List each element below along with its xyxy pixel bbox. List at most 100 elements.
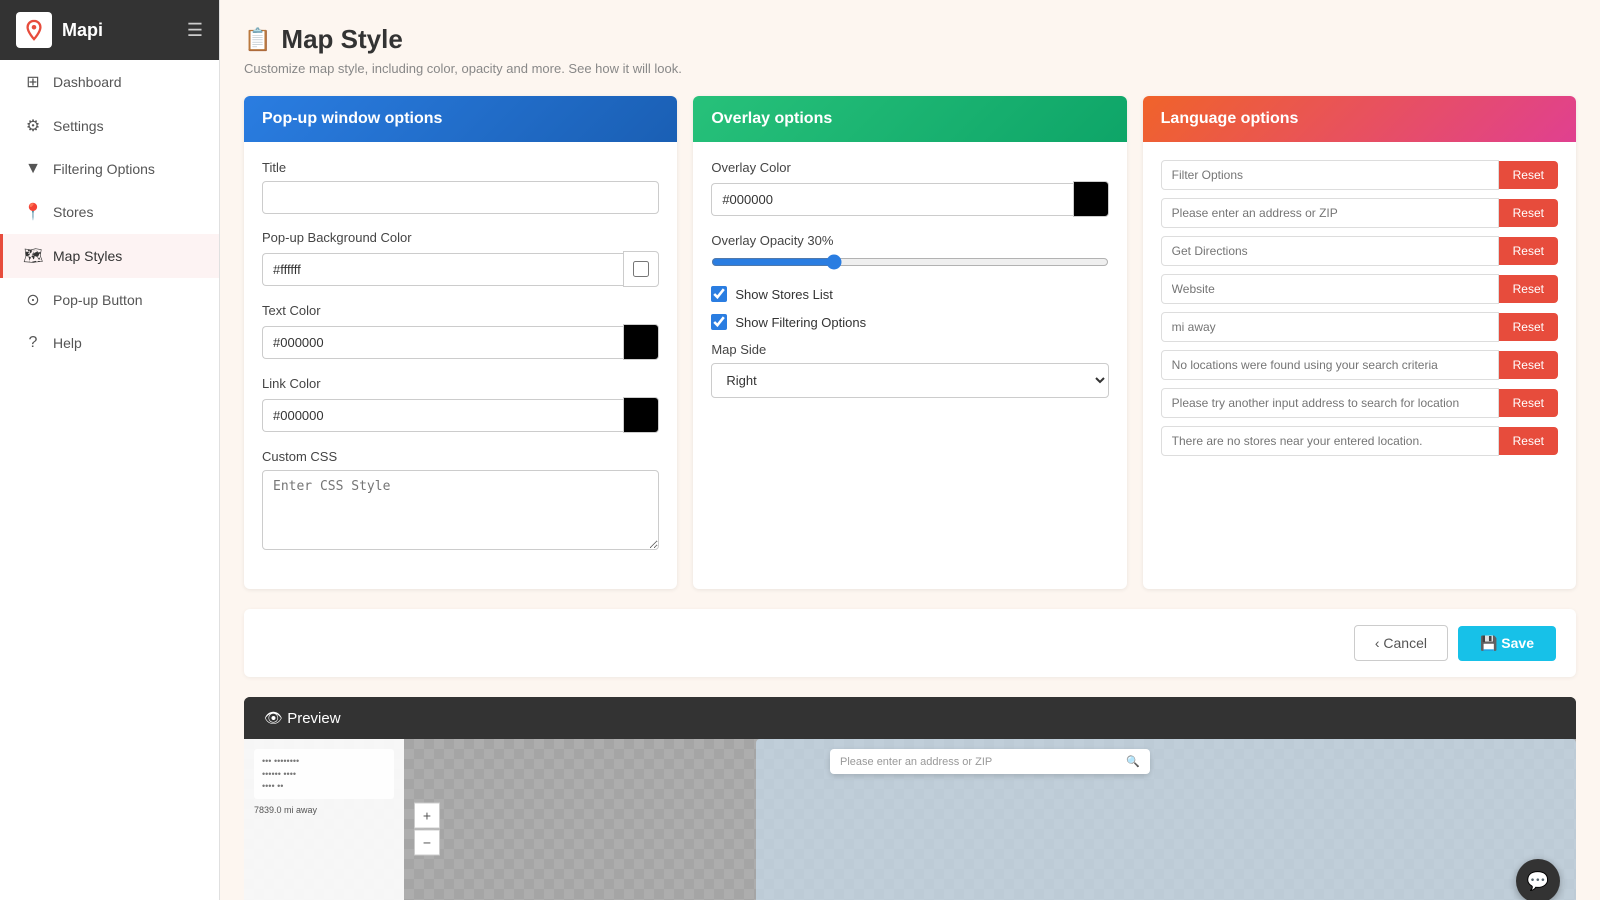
search-icon: 🔍 xyxy=(1126,755,1140,768)
link-color-swatch[interactable] xyxy=(623,397,659,433)
preview-map-overlay: ••• •••••••••••••• •••••••• •• 7839.0 mi… xyxy=(244,739,1576,900)
sidebar-item-help[interactable]: ? Help xyxy=(0,322,219,364)
preview-section: 👁 Preview ••• •••••••••••••• •••••••• ••… xyxy=(244,697,1576,900)
preview-left-panel: ••• •••••••••••••• •••••••• •• 7839.0 mi… xyxy=(244,739,404,900)
lang-row-website: Reset xyxy=(1161,274,1558,304)
lang-row-filter-options: Reset xyxy=(1161,160,1558,190)
overlay-color-label: Overlay Color xyxy=(711,160,1108,175)
reset-btn-no-stores-near[interactable]: Reset xyxy=(1499,427,1558,455)
map-side-select[interactable]: Left Right xyxy=(711,363,1108,398)
sidebar-label-dashboard: Dashboard xyxy=(53,74,122,90)
reset-btn-get-directions[interactable]: Reset xyxy=(1499,237,1558,265)
sidebar-item-filtering-options[interactable]: ▼ Filtering Options xyxy=(0,148,219,190)
custom-css-textarea[interactable] xyxy=(262,470,659,550)
reset-btn-website[interactable]: Reset xyxy=(1499,275,1558,303)
page-title: Map Style xyxy=(281,24,402,55)
search-placeholder-text: Please enter an address or ZIP xyxy=(840,756,1120,768)
hamburger-icon[interactable]: ☰ xyxy=(187,20,203,41)
preview-address: ••• •••••••••••••• •••••••• •• xyxy=(254,749,394,799)
preview-header: 👁 Preview xyxy=(244,697,1576,739)
bg-color-input[interactable]: #ffffff xyxy=(262,253,623,286)
show-stores-checkbox-item[interactable]: Show Stores List xyxy=(711,286,1108,302)
lang-input-website[interactable] xyxy=(1161,274,1499,304)
preview-search-bar: Please enter an address or ZIP 🔍 xyxy=(830,749,1150,774)
map-zoom-buttons: + − xyxy=(414,803,440,856)
title-label: Title xyxy=(262,160,659,175)
panels-grid: Pop-up window options Title Pop-up Backg… xyxy=(244,96,1576,589)
show-filtering-label: Show Filtering Options xyxy=(735,315,866,330)
zoom-in-button[interactable]: + xyxy=(414,803,440,829)
show-stores-checkbox[interactable] xyxy=(711,286,727,302)
overlay-panel-header: Overlay options xyxy=(693,96,1126,142)
bg-color-check[interactable] xyxy=(633,261,649,277)
sidebar-header: Mapi ☰ xyxy=(0,0,219,60)
filter-icon: ▼ xyxy=(23,160,43,178)
show-stores-label: Show Stores List xyxy=(735,287,833,302)
lang-input-address-zip[interactable] xyxy=(1161,198,1499,228)
bg-color-row: #ffffff xyxy=(262,251,659,287)
map-side-label: Map Side xyxy=(711,342,1108,357)
sidebar-label-popup: Pop-up Button xyxy=(53,292,143,308)
lang-input-filter-options[interactable] xyxy=(1161,160,1499,190)
reset-btn-filter-options[interactable]: Reset xyxy=(1499,161,1558,189)
link-color-label: Link Color xyxy=(262,376,659,391)
overlay-color-swatch[interactable] xyxy=(1073,181,1109,217)
preview-center: Please enter an address or ZIP 🔍 + − xyxy=(404,739,1576,900)
app-name: Mapi xyxy=(62,20,103,41)
show-filtering-checkbox-item[interactable]: Show Filtering Options xyxy=(711,314,1108,330)
mapstyles-icon: 🗺 xyxy=(23,246,43,266)
zoom-out-button[interactable]: − xyxy=(414,830,440,856)
save-button[interactable]: 💾 Save xyxy=(1458,626,1556,661)
popup-icon: ⊙ xyxy=(23,290,43,310)
link-color-input[interactable] xyxy=(262,399,623,432)
show-filtering-checkbox[interactable] xyxy=(711,314,727,330)
text-color-input[interactable] xyxy=(262,326,623,359)
main-content: 📋 Map Style Customize map style, includi… xyxy=(220,0,1600,900)
link-color-group: Link Color xyxy=(262,376,659,433)
popup-panel-header: Pop-up window options xyxy=(244,96,677,142)
lang-input-no-locations[interactable] xyxy=(1161,350,1499,380)
sidebar-item-popup-button[interactable]: ⊙ Pop-up Button xyxy=(0,278,219,322)
sidebar-item-dashboard[interactable]: ⊞ Dashboard xyxy=(0,60,219,104)
chat-bubble-button[interactable]: 💬 xyxy=(1516,859,1560,900)
help-icon: ? xyxy=(23,334,43,352)
title-group: Title xyxy=(262,160,659,214)
reset-btn-address-zip[interactable]: Reset xyxy=(1499,199,1558,227)
preview-distance: 7839.0 mi away xyxy=(254,805,394,815)
overlay-color-input[interactable] xyxy=(711,183,1072,216)
page-subtitle: Customize map style, including color, op… xyxy=(244,61,1576,76)
sidebar-label-stores: Stores xyxy=(53,204,93,220)
text-color-label: Text Color xyxy=(262,303,659,318)
reset-btn-mi-away[interactable]: Reset xyxy=(1499,313,1558,341)
sidebar-item-stores[interactable]: 📍 Stores xyxy=(0,190,219,234)
lang-row-no-stores-near: Reset xyxy=(1161,426,1558,456)
reset-btn-no-locations[interactable]: Reset xyxy=(1499,351,1558,379)
opacity-slider[interactable] xyxy=(711,254,1108,270)
preview-body: ••• •••••••••••••• •••••••• •• 7839.0 mi… xyxy=(244,739,1576,900)
sidebar-item-map-styles[interactable]: 🗺 Map Styles xyxy=(0,234,219,278)
title-input[interactable] xyxy=(262,181,659,214)
lang-input-try-another[interactable] xyxy=(1161,388,1499,418)
language-panel: Language options Reset Reset Reset Reset xyxy=(1143,96,1576,589)
sidebar-item-settings[interactable]: ⚙ Settings xyxy=(0,104,219,148)
language-panel-header: Language options xyxy=(1143,96,1576,142)
stores-icon: 📍 xyxy=(23,202,43,222)
language-panel-body: Reset Reset Reset Reset Reset xyxy=(1143,142,1576,482)
overlay-panel: Overlay options Overlay Color Overlay Op… xyxy=(693,96,1126,589)
overlay-panel-body: Overlay Color Overlay Opacity 30% Show S… xyxy=(693,142,1126,432)
reset-btn-try-another[interactable]: Reset xyxy=(1499,389,1558,417)
text-color-swatch[interactable] xyxy=(623,324,659,360)
lang-input-mi-away[interactable] xyxy=(1161,312,1499,342)
text-color-group: Text Color xyxy=(262,303,659,360)
overlay-color-group: Overlay Color xyxy=(711,160,1108,217)
map-side-group: Map Side Left Right xyxy=(711,342,1108,398)
lang-row-mi-away: Reset xyxy=(1161,312,1558,342)
lang-input-no-stores-near[interactable] xyxy=(1161,426,1499,456)
lang-row-try-another: Reset xyxy=(1161,388,1558,418)
custom-css-label: Custom CSS xyxy=(262,449,659,464)
text-color-row xyxy=(262,324,659,360)
lang-input-get-directions[interactable] xyxy=(1161,236,1499,266)
cancel-button[interactable]: ‹ Cancel xyxy=(1354,625,1448,661)
sidebar-label-settings: Settings xyxy=(53,118,104,134)
logo-icon xyxy=(16,12,52,48)
